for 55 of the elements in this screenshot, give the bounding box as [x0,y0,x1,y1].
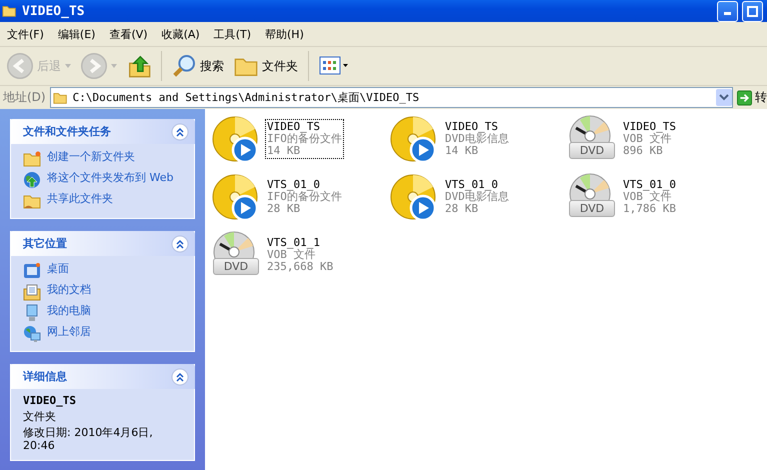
minimize-button[interactable] [717,0,738,22]
details-name: VIDEO_TS [23,395,77,407]
details-modified: 修改日期: 2010年4月6日, 20:46 [23,426,154,452]
address-field[interactable]: C:\Documents and Settings\Administrator\桌面\VIDEO_TS [50,87,733,108]
new-folder-icon [23,150,41,168]
disc-label: DVD [569,200,615,217]
details-type: 文件夹 [23,410,57,423]
search-icon [172,54,196,78]
menu-item[interactable]: 帮助(H) [260,26,313,42]
folders-button[interactable]: 文件夹 [231,52,301,80]
network-globe-icon [23,325,41,343]
window-title: VIDEO_TS [22,4,86,18]
search-button[interactable]: 搜索 [169,52,227,80]
task-link[interactable]: 桌面 [47,262,69,276]
panel-header[interactable]: 其它位置 [10,231,195,256]
go-button[interactable]: 转 [737,88,767,106]
disc-label: DVD [569,142,615,159]
desktop-icon [23,262,41,280]
collapse-chevron-icon [171,122,189,140]
panel-title: 其它位置 [23,236,67,251]
folder-icon [2,3,18,19]
caret-icon [111,64,117,68]
maximize-icon [747,6,758,16]
menu-item[interactable]: 文件(F) [2,26,53,42]
task-link[interactable]: 创建一个新文件夹 [47,150,135,164]
documents-folder-icon [23,283,41,301]
caret-icon [65,64,71,68]
collapse-chevron-icon [171,234,189,252]
file-item[interactable]: VIDEO_TS IFO的备份文件 14 KB [265,119,344,159]
views-grid-icon [319,56,349,76]
menu-item[interactable]: 收藏(A) [156,26,209,42]
task-link[interactable]: 我的文档 [47,283,91,297]
task-link[interactable]: 网上邻居 [47,325,91,339]
file-item[interactable]: VTS_01_0 IFO的备份文件 28 KB [265,177,344,217]
address-text: C:\Documents and Settings\Administrator\桌面\VIDEO_TS [72,90,420,105]
file-item[interactable]: VTS_01_0 VOB 文件 1,786 KB [621,177,678,217]
menu-item[interactable]: 查看(V) [104,26,157,42]
file-item[interactable]: VTS_01_1 VOB 文件 235,668 KB [265,235,336,275]
menu-item[interactable]: 编辑(E) [52,26,104,42]
panel-header[interactable]: 详细信息 [10,364,195,389]
file-item[interactable]: VTS_01_0 DVD电影信息 28 KB [443,177,511,217]
folder-up-arrow-icon [127,54,151,78]
collapse-chevron-icon [171,368,189,386]
file-item[interactable]: VIDEO_TS VOB 文件 896 KB [621,119,678,159]
task-link[interactable]: 共享此文件夹 [47,192,113,206]
panel-title: 详细信息 [23,369,67,384]
disc-label: DVD [213,258,259,275]
file-item[interactable]: VIDEO_TS DVD电影信息 14 KB [443,119,511,159]
task-link[interactable]: 我的电脑 [47,304,91,318]
panel-header[interactable]: 文件和文件夹任务 [10,119,195,144]
menu-item[interactable]: 工具(T) [208,26,260,42]
address-label: 地址(D) [3,89,46,106]
maximize-button[interactable] [742,0,763,22]
task-link[interactable]: 将这个文件夹发布到 Web [47,171,174,185]
panel-title: 文件和文件夹任务 [23,124,111,139]
